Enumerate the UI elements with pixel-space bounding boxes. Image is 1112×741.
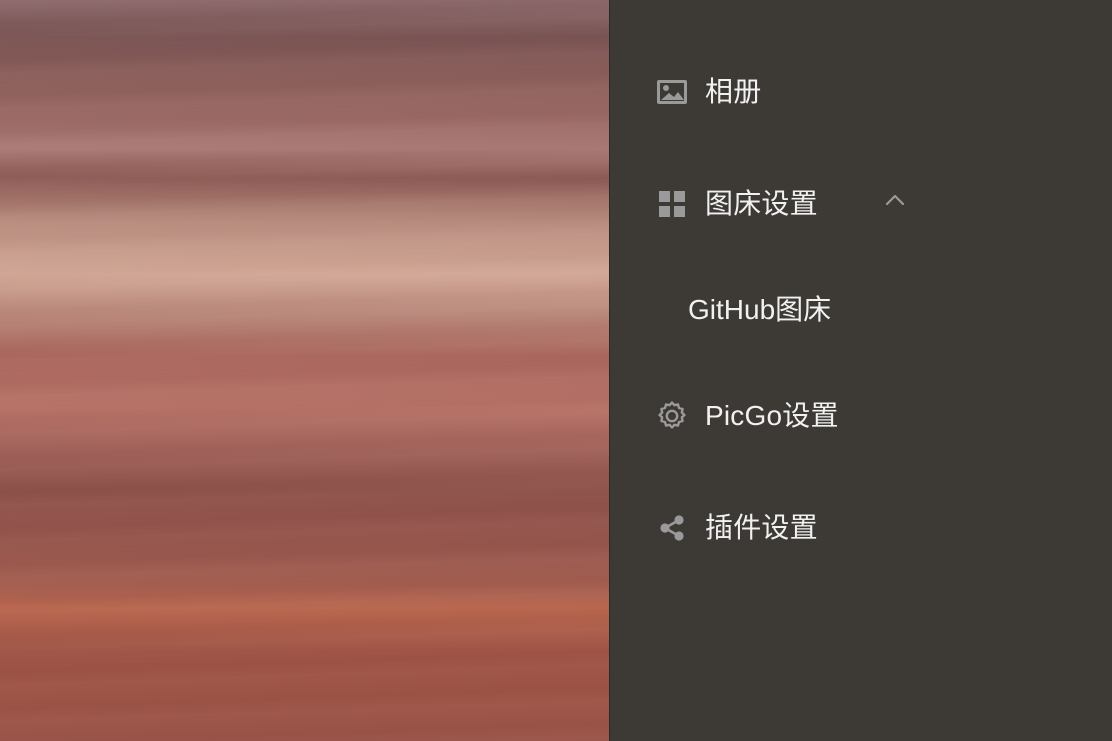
menu-item-album[interactable]: 相册 xyxy=(655,68,761,116)
menu-item-plugin-settings-label: 插件设置 xyxy=(705,512,818,543)
menu-item-image-host-settings[interactable]: 图床设置 xyxy=(655,180,818,228)
chevron-up-icon[interactable] xyxy=(883,190,907,210)
submenu-item-github-image-host[interactable]: GitHub图床 xyxy=(688,286,831,334)
menu-item-image-host-settings-label: 图床设置 xyxy=(705,188,818,219)
grid-icon xyxy=(655,187,689,221)
menu-item-album-label: 相册 xyxy=(705,76,762,107)
image-icon xyxy=(655,75,689,109)
menu-item-picgo-settings-label: PicGo设置 xyxy=(705,400,839,431)
gear-icon xyxy=(655,399,689,433)
submenu-item-github-image-host-label: GitHub图床 xyxy=(688,294,832,325)
background-image-panel xyxy=(0,0,609,741)
sidebar-menu: 相册 图床设置 GitHub图床 PicGo设置 插件设置 xyxy=(610,0,1112,741)
share-icon xyxy=(655,511,689,545)
menu-item-plugin-settings[interactable]: 插件设置 xyxy=(655,504,818,552)
app-window: 相册 图床设置 GitHub图床 PicGo设置 插件设置 xyxy=(0,0,1112,741)
menu-item-picgo-settings[interactable]: PicGo设置 xyxy=(655,392,839,440)
